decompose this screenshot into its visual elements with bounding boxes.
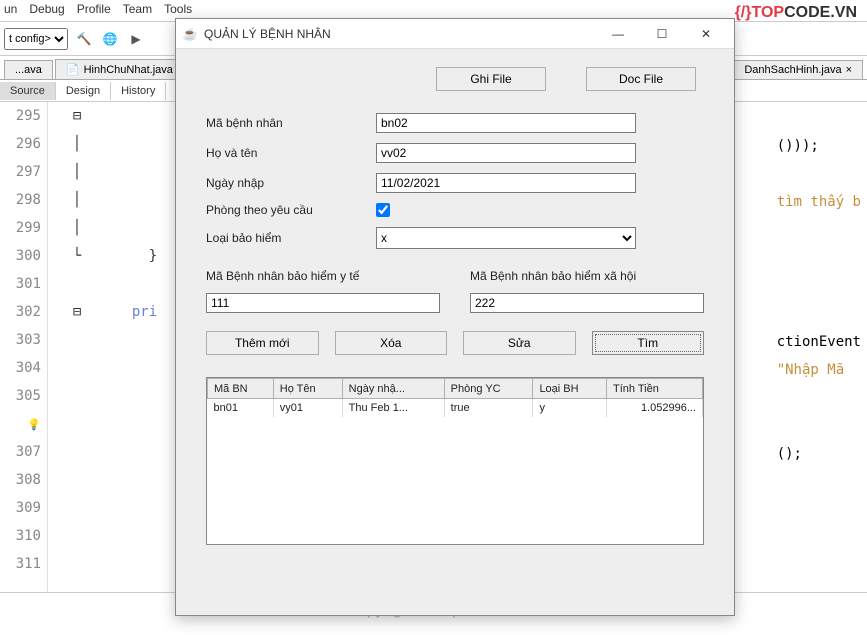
close-icon[interactable]: ×	[846, 64, 852, 76]
hammer-icon[interactable]: 🔨	[74, 29, 94, 49]
data-table-wrap: Mã BN Họ Tên Ngày nhậ... Phòng YC Loại B…	[206, 377, 704, 545]
input-ngay-nhap[interactable]	[376, 173, 636, 193]
th-phong-yc[interactable]: Phòng YC	[444, 379, 533, 399]
editor-tab[interactable]: DanhSachHinh.java ×	[733, 60, 863, 79]
label-ngay-nhap: Ngày nhập	[206, 176, 376, 190]
globe-icon[interactable]: 🌐	[100, 29, 120, 49]
config-dropdown[interactable]: t config>	[4, 28, 68, 50]
menu-item[interactable]: Team	[123, 2, 152, 19]
label-ma-bhyt: Mã Bệnh nhân bảo hiểm y tế	[206, 269, 440, 285]
tim-button[interactable]: Tìm	[592, 331, 705, 355]
swing-window: ☕ QUẢN LÝ BỆNH NHÂN — ☐ ✕ Ghi File Doc F…	[175, 18, 735, 616]
subtab-design[interactable]: Design	[56, 82, 111, 100]
close-button[interactable]: ✕	[684, 20, 728, 48]
titlebar[interactable]: ☕ QUẢN LÝ BỆNH NHÂN — ☐ ✕	[176, 19, 734, 49]
line-gutter: 295296297 298299300 301302303 304305 💡 3…	[0, 102, 48, 592]
logo-watermark: {/}TOPCODE.VN	[735, 4, 857, 22]
th-ma-bn[interactable]: Mã BN	[208, 379, 274, 399]
input-ma-bhyt[interactable]	[206, 293, 440, 313]
menu-item[interactable]: Profile	[77, 2, 111, 19]
sua-button[interactable]: Sửa	[463, 331, 576, 355]
them-moi-button[interactable]: Thêm mới	[206, 331, 319, 355]
input-ma-bn[interactable]	[376, 113, 636, 133]
label-ma-bhxh: Mã Bệnh nhân bảo hiểm xã hội	[470, 269, 704, 285]
checkbox-phong-yc[interactable]	[376, 203, 390, 217]
th-ngay-nhap[interactable]: Ngày nhậ...	[342, 379, 444, 399]
xoa-button[interactable]: Xóa	[335, 331, 448, 355]
window-title: QUẢN LÝ BỆNH NHÂN	[204, 27, 331, 41]
window-body: Ghi File Doc File Mã bệnh nhân Họ và tên…	[176, 49, 734, 615]
ghi-file-button[interactable]: Ghi File	[436, 67, 546, 91]
subtab-history[interactable]: History	[111, 82, 166, 100]
select-loai-bh[interactable]: x	[376, 227, 636, 249]
doc-file-button[interactable]: Doc File	[586, 67, 696, 91]
run-icon[interactable]: ▶	[126, 29, 146, 49]
minimize-button[interactable]: —	[596, 20, 640, 48]
input-ma-bhxh[interactable]	[470, 293, 704, 313]
th-tinh-tien[interactable]: Tính Tiền	[606, 379, 702, 399]
table-row[interactable]: bn01 vy01 Thu Feb 1... true y 1.052996..…	[208, 399, 703, 417]
label-ho-ten: Họ và tên	[206, 146, 376, 160]
subtab-source[interactable]: Source	[0, 82, 56, 100]
code-peek: ())); tìm thấy b ctionEvent "Nhập Mã ();	[777, 132, 861, 468]
editor-tab[interactable]: 📄 HinhChuNhat.java	[55, 59, 184, 79]
th-ho-ten[interactable]: Họ Tên	[273, 379, 342, 399]
maximize-button[interactable]: ☐	[640, 20, 684, 48]
label-loai-bh: Loại bảo hiểm	[206, 231, 376, 245]
lightbulb-icon[interactable]: 💡	[27, 418, 41, 431]
label-phong-yc: Phòng theo yêu cầu	[206, 203, 376, 217]
menu-item[interactable]: un	[4, 2, 17, 19]
menu-item[interactable]: Tools	[164, 2, 192, 19]
menu-item[interactable]: Debug	[29, 2, 64, 19]
th-loai-bh[interactable]: Loại BH	[533, 379, 607, 399]
java-icon: ☕	[182, 26, 198, 42]
data-table[interactable]: Mã BN Họ Tên Ngày nhậ... Phòng YC Loại B…	[207, 378, 703, 417]
label-ma-bn: Mã bệnh nhân	[206, 116, 376, 130]
input-ho-ten[interactable]	[376, 143, 636, 163]
editor-tab[interactable]: ...ava	[4, 60, 53, 79]
